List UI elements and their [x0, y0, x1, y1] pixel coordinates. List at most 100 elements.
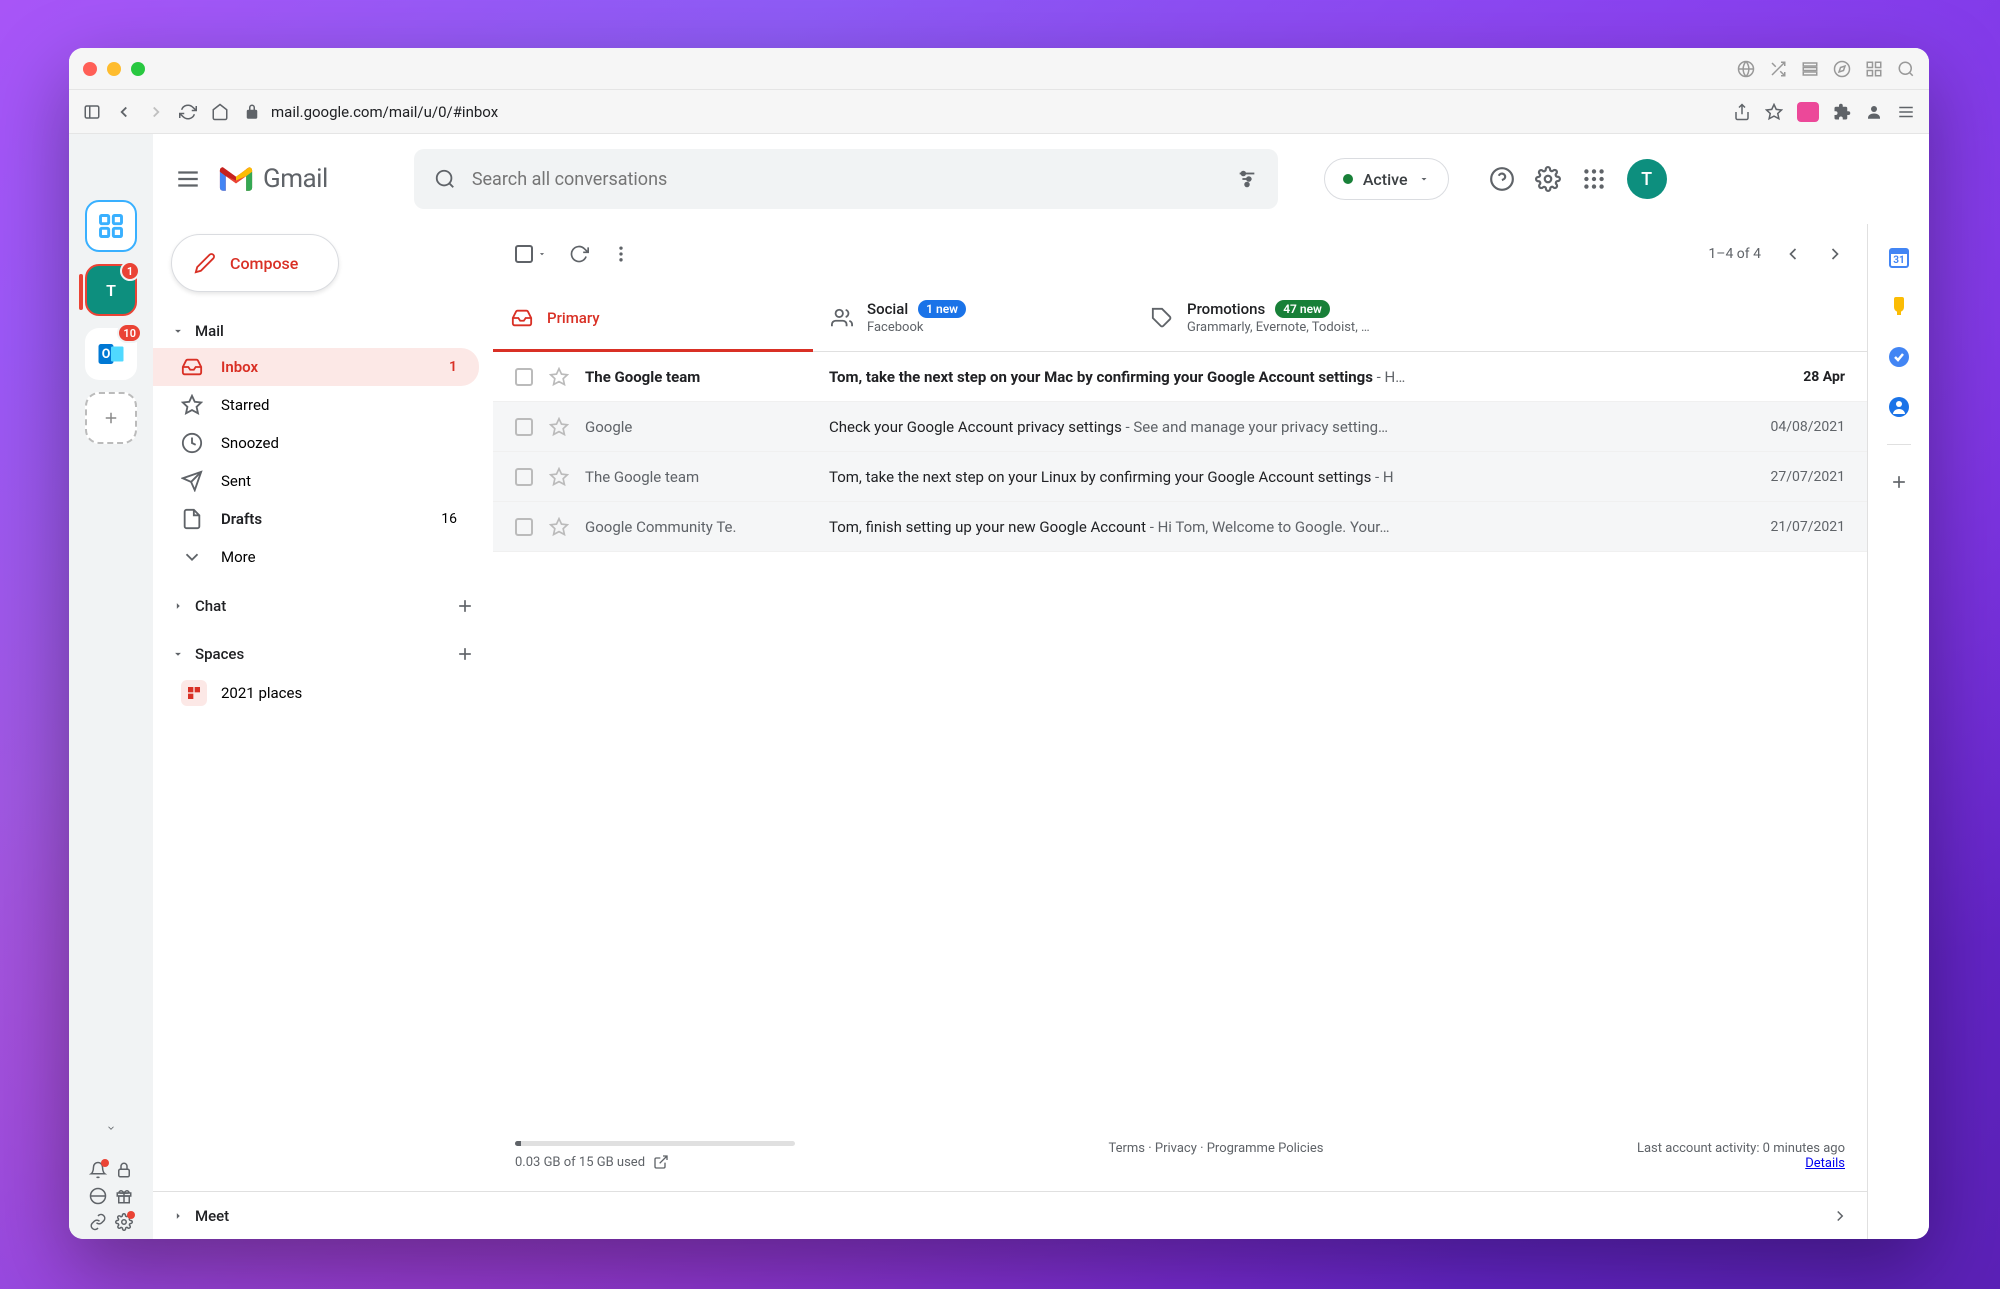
- hamburger-icon[interactable]: [175, 166, 201, 192]
- terms-link[interactable]: Terms: [1108, 1141, 1145, 1156]
- privacy-link[interactable]: Privacy: [1155, 1141, 1197, 1156]
- chevron-down-icon: [181, 546, 203, 568]
- grid-icon[interactable]: [1865, 60, 1883, 78]
- footer: 0.03 GB of 15 GB used Terms · Privacy · …: [493, 1121, 1867, 1191]
- tab-promotions[interactable]: Promotions 47 new Grammarly, Evernote, T…: [1133, 284, 1453, 351]
- star-icon[interactable]: [549, 517, 569, 537]
- email-row[interactable]: The Google team Tom, take the next step …: [493, 352, 1867, 402]
- list-icon[interactable]: [1801, 60, 1819, 78]
- open-icon[interactable]: [653, 1154, 669, 1170]
- sidebar-item-sent[interactable]: Sent: [153, 462, 479, 500]
- apps-icon[interactable]: [1581, 166, 1607, 192]
- more-icon[interactable]: [611, 244, 631, 264]
- select-all[interactable]: [515, 245, 547, 263]
- shuffle-icon[interactable]: [1769, 60, 1787, 78]
- email-sender: The Google team: [585, 468, 813, 486]
- sidebar-item-snoozed[interactable]: Snoozed: [153, 424, 479, 462]
- email-subject: Tom, take the next step on your Linux by…: [829, 468, 1755, 486]
- gear-small-icon[interactable]: [115, 1213, 133, 1231]
- reload-icon[interactable]: [179, 103, 197, 121]
- tab-social[interactable]: Social 1 new Facebook: [813, 284, 1133, 351]
- lock-small-icon[interactable]: [115, 1161, 133, 1179]
- email-checkbox[interactable]: [515, 468, 533, 486]
- url-bar[interactable]: mail.google.com/mail/u/0/#inbox: [243, 103, 1719, 121]
- add-panel-icon[interactable]: [1886, 469, 1912, 495]
- email-checkbox[interactable]: [515, 418, 533, 436]
- chevron-right-icon[interactable]: [1831, 1207, 1849, 1225]
- sidebar-section-spaces[interactable]: Spaces: [153, 636, 493, 672]
- link-icon[interactable]: [89, 1213, 107, 1231]
- keep-icon[interactable]: [1886, 294, 1912, 320]
- launcher-account-teal[interactable]: T 1: [85, 264, 137, 316]
- sidebar-section-chat[interactable]: Chat: [153, 588, 493, 624]
- gift-icon[interactable]: [115, 1187, 133, 1205]
- back-icon[interactable]: [115, 103, 133, 121]
- policies-link[interactable]: Programme Policies: [1207, 1141, 1324, 1156]
- email-checkbox[interactable]: [515, 368, 533, 386]
- activity-text: Last account activity: 0 minutes ago: [1637, 1141, 1845, 1156]
- page-prev-icon[interactable]: [1783, 244, 1803, 264]
- extension-pink[interactable]: [1797, 102, 1819, 122]
- bell-icon[interactable]: [89, 1161, 107, 1179]
- filter-icon[interactable]: [1236, 168, 1258, 190]
- tasks-icon[interactable]: [1886, 344, 1912, 370]
- launcher-grid[interactable]: [85, 200, 137, 252]
- gmail-sidebar: Compose Mail Inbox 1: [153, 224, 493, 1239]
- email-checkbox[interactable]: [515, 518, 533, 536]
- globe-small-icon[interactable]: [89, 1187, 107, 1205]
- sidebar-toggle-icon[interactable]: [83, 103, 101, 121]
- forward-icon[interactable]: [147, 103, 165, 121]
- close-window[interactable]: [83, 62, 97, 76]
- launcher-add[interactable]: [85, 392, 137, 444]
- star-icon[interactable]: [1765, 103, 1783, 121]
- clock-icon: [181, 432, 203, 454]
- calendar-icon[interactable]: 31: [1886, 244, 1912, 270]
- status-dropdown[interactable]: Active: [1324, 158, 1449, 200]
- minimize-window[interactable]: [107, 62, 121, 76]
- compass-icon[interactable]: [1833, 60, 1851, 78]
- maximize-window[interactable]: [131, 62, 145, 76]
- email-row[interactable]: Google Community Te. Tom, finish setting…: [493, 502, 1867, 552]
- profile-icon[interactable]: [1865, 103, 1883, 121]
- page-next-icon[interactable]: [1825, 244, 1845, 264]
- storage-info: 0.03 GB of 15 GB used: [515, 1141, 795, 1170]
- sidebar-section-meet[interactable]: Meet: [153, 1191, 493, 1239]
- details-link[interactable]: Details: [1805, 1156, 1845, 1171]
- sidebar-item-starred[interactable]: Starred: [153, 386, 479, 424]
- search-icon: [434, 168, 456, 190]
- tab-primary[interactable]: Primary: [493, 284, 813, 351]
- help-icon[interactable]: [1489, 166, 1515, 192]
- tag-icon: [1151, 307, 1173, 329]
- sidebar-item-more[interactable]: More: [153, 538, 479, 576]
- avatar[interactable]: T: [1627, 159, 1667, 199]
- email-row[interactable]: The Google team Tom, take the next step …: [493, 452, 1867, 502]
- sidebar-section-mail[interactable]: Mail: [153, 314, 493, 348]
- gmail-app: T 1 Gmail: [153, 134, 1929, 1239]
- star-icon[interactable]: [549, 467, 569, 487]
- search-bar[interactable]: [414, 149, 1278, 209]
- space-item[interactable]: 2021 places: [153, 672, 493, 714]
- star-icon[interactable]: [549, 367, 569, 387]
- launcher-outlook[interactable]: O 10: [85, 328, 137, 380]
- launcher-badge: 10: [117, 323, 142, 343]
- bottom-bar: [493, 1191, 1867, 1239]
- search-icon[interactable]: [1897, 60, 1915, 78]
- gmail-logo[interactable]: Gmail: [217, 164, 328, 194]
- chevron-down-icon[interactable]: [103, 1123, 119, 1133]
- email-row[interactable]: Google Check your Google Account privacy…: [493, 402, 1867, 452]
- compose-button[interactable]: Compose: [171, 234, 339, 292]
- home-icon[interactable]: [211, 103, 229, 121]
- sidebar-item-drafts[interactable]: Drafts 16: [153, 500, 479, 538]
- share-icon[interactable]: [1733, 103, 1751, 121]
- plus-icon[interactable]: [455, 596, 475, 616]
- menu-icon[interactable]: [1897, 103, 1915, 121]
- puzzle-icon[interactable]: [1833, 103, 1851, 121]
- search-input[interactable]: [472, 169, 1220, 190]
- star-icon[interactable]: [549, 417, 569, 437]
- sidebar-item-inbox[interactable]: Inbox 1: [153, 348, 479, 386]
- globe-icon[interactable]: [1737, 60, 1755, 78]
- plus-icon[interactable]: [455, 644, 475, 664]
- contacts-icon[interactable]: [1886, 394, 1912, 420]
- refresh-icon[interactable]: [569, 244, 589, 264]
- gear-icon[interactable]: [1535, 166, 1561, 192]
